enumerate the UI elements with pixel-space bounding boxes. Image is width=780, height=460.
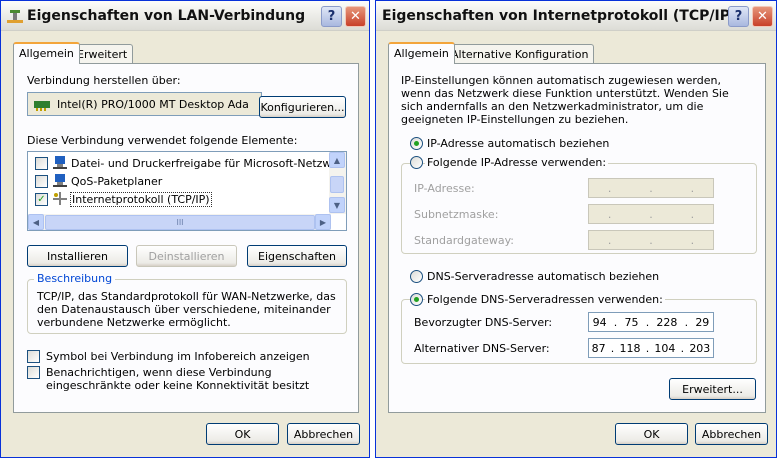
scroll-right-button[interactable]: ▶ [315, 214, 331, 230]
scroll-down-button[interactable]: ▼ [329, 197, 345, 213]
tab-erweitert[interactable]: Erweitert [71, 44, 134, 64]
subnet-label: Subnetzmaske: [414, 208, 499, 221]
scroll-thumb[interactable] [330, 176, 344, 193]
item-checkbox[interactable] [35, 157, 48, 170]
lan-properties-window: Eigenschaften von LAN-Verbindung ? ✕ All… [0, 0, 370, 458]
notify-checkbox[interactable] [27, 366, 40, 379]
adapter-display: Intel(R) PRO/1000 MT Desktop Ada [27, 92, 262, 116]
adapter-name: Intel(R) PRO/1000 MT Desktop Ada [57, 98, 249, 111]
dns-manual-radio[interactable] [410, 293, 423, 306]
tab-alternative-konfiguration[interactable]: Alternative Konfiguration [445, 44, 595, 64]
uninstall-button: Deinstallieren [136, 245, 237, 267]
ok-button[interactable]: OK [206, 423, 279, 445]
item-label-selected: Internetprotokoll (TCP/IP) [70, 192, 212, 207]
tab-panel: IP-Einstellungen können automatisch zuge… [388, 63, 766, 413]
item-label: Datei- und Druckerfreigabe für Microsoft… [71, 157, 347, 170]
tab-allgemein[interactable]: Allgemein [13, 42, 80, 64]
item-checkbox-checked[interactable]: ✓ [35, 193, 48, 206]
help-button[interactable]: ? [321, 6, 342, 27]
elements-list[interactable]: Datei- und Druckerfreigabe für Microsoft… [27, 151, 347, 231]
title-bar[interactable]: Eigenschaften von Internetprotokoll (TCP… [376, 1, 776, 31]
list-item[interactable]: ✓ Internetprotokoll (TCP/IP) [28, 191, 330, 208]
ip-address-field: ... [588, 178, 714, 198]
help-button[interactable]: ? [728, 6, 749, 27]
description-group: Beschreibung TCP/IP, das Standardprotoko… [27, 272, 347, 334]
horizontal-scrollbar[interactable]: ◀ III ▶ [28, 214, 331, 230]
install-button[interactable]: Installieren [27, 245, 128, 267]
ip-address-label: IP-Adresse: [414, 182, 475, 195]
close-button[interactable]: ✕ [752, 6, 773, 27]
advanced-button[interactable]: Erweitert... [669, 378, 756, 400]
network-connection-icon [7, 10, 23, 23]
close-button[interactable]: ✕ [345, 6, 366, 27]
ip-manual-label: Folgende IP-Adresse verwenden: [425, 156, 609, 169]
notify-label: Benachrichtigen, wenn diese Verbindung e… [46, 366, 310, 392]
ok-button[interactable]: OK [615, 423, 688, 445]
network-service-icon [53, 174, 67, 187]
list-item[interactable]: QoS-Paketplaner [28, 173, 330, 190]
window-title: Eigenschaften von Internetprotokoll (TCP… [382, 8, 737, 24]
ip-manual-radio[interactable] [410, 156, 423, 169]
tab-panel: Verbindung herstellen über: Intel(R) PRO… [13, 63, 359, 413]
properties-button[interactable]: Eigenschaften [247, 245, 347, 267]
network-adapter-icon [34, 101, 50, 111]
dns-auto-radio[interactable] [410, 270, 423, 283]
gateway-field: ... [588, 230, 714, 250]
ip-auto-label: IP-Adresse automatisch beziehen [427, 137, 610, 150]
gateway-label: Standardgateway: [414, 234, 514, 247]
scroll-grip: III [176, 218, 184, 227]
scroll-thumb[interactable]: III [45, 215, 315, 230]
item-label: QoS-Paketplaner [71, 175, 163, 188]
tcpip-properties-window: Eigenschaften von Internetprotokoll (TCP… [375, 0, 777, 458]
preferred-dns-field[interactable]: 94. 75. 228. 29 [588, 312, 714, 332]
description-title: Beschreibung [34, 272, 116, 285]
window-title: Eigenschaften von LAN-Verbindung [27, 8, 306, 24]
description-text: TCP/IP, das Standardprotokoll für WAN-Ne… [37, 290, 336, 329]
network-client-icon [53, 156, 67, 169]
network-protocol-icon [53, 192, 67, 205]
intro-text: IP-Einstellungen können automatisch zuge… [401, 74, 729, 126]
scroll-up-button[interactable]: ▲ [329, 152, 345, 168]
dns-manual-label: Folgende DNS-Serveradressen verwenden: [425, 293, 665, 306]
configure-button[interactable]: Konfigurieren... [259, 96, 346, 118]
alternate-dns-label: Alternativer DNS-Server: [414, 342, 550, 355]
subnet-field: ... [588, 204, 714, 224]
cancel-button[interactable]: Abbrechen [287, 423, 360, 445]
preferred-dns-label: Bevorzugter DNS-Server: [414, 316, 553, 329]
cancel-button[interactable]: Abbrechen [695, 423, 768, 445]
title-bar[interactable]: Eigenschaften von LAN-Verbindung ? ✕ [1, 1, 369, 31]
dns-auto-label: DNS-Serveradresse automatisch beziehen [427, 270, 660, 283]
list-item[interactable]: Datei- und Druckerfreigabe für Microsoft… [28, 155, 346, 172]
show-icon-checkbox[interactable] [27, 350, 40, 363]
item-checkbox[interactable] [35, 175, 48, 188]
connect-via-label: Verbindung herstellen über: [27, 74, 181, 87]
ip-auto-radio[interactable] [410, 137, 423, 150]
elements-label: Diese Verbindung verwendet folgende Elem… [27, 134, 298, 147]
show-icon-label: Symbol bei Verbindung im Infobereich anz… [46, 350, 310, 363]
alternate-dns-field[interactable]: 87. 118. 104. 203 [588, 338, 714, 358]
vertical-scrollbar[interactable]: ▲ ▼ [329, 152, 346, 214]
scroll-left-button[interactable]: ◀ [28, 214, 44, 230]
tab-allgemein[interactable]: Allgemein [388, 42, 455, 64]
